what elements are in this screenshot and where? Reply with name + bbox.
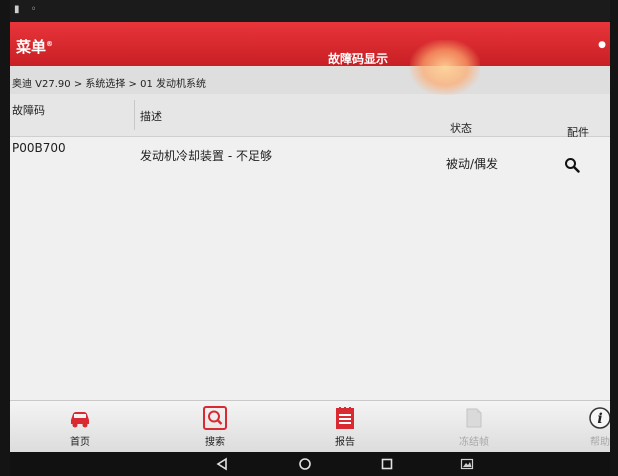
screenshot-icon[interactable] bbox=[460, 457, 474, 471]
dtc-description: 发动机冷却装置 - 不足够 bbox=[140, 149, 272, 163]
status-bar: ▮ ◦ bbox=[10, 0, 610, 22]
report-button[interactable]: 报告 bbox=[315, 401, 375, 453]
home-icon[interactable] bbox=[298, 457, 312, 471]
breadcrumb: 奥迪 V27.90 > 系统选择 > 01 发动机系统 bbox=[10, 66, 610, 95]
dtc-table-body: P00B700 发动机冷却装置 - 不足够 被动/偶发 bbox=[10, 137, 610, 400]
svg-text:i: i bbox=[597, 411, 602, 427]
android-navigation-bar bbox=[10, 452, 610, 476]
search-icon bbox=[203, 406, 227, 430]
bottom-toolbar: 首页 搜索 报告 冻结帧 i 帮助 bbox=[10, 400, 610, 453]
status-icons: ▮ ◦ bbox=[14, 4, 41, 15]
car-home-icon bbox=[68, 406, 92, 430]
location-icon: ● bbox=[598, 40, 606, 50]
help-button[interactable]: i 帮助 bbox=[570, 401, 610, 453]
dtc-code: P00B700 bbox=[12, 141, 66, 155]
back-icon[interactable] bbox=[215, 457, 229, 471]
menu-title[interactable]: 菜单® bbox=[16, 36, 53, 57]
freeze-frame-button-label: 冻结帧 bbox=[459, 437, 489, 448]
search-button-label: 搜索 bbox=[205, 437, 225, 448]
title-bar: 菜单® 故障码显示 ● bbox=[10, 22, 610, 66]
dtc-status: 被动/偶发 bbox=[446, 157, 499, 171]
column-header-status: 状态 bbox=[450, 122, 472, 135]
freeze-frame-button[interactable]: 冻结帧 bbox=[444, 401, 504, 453]
app-screen: ▮ ◦ 菜单® 故障码显示 ● 奥迪 V27.90 > 系统选择 > 01 发动… bbox=[10, 0, 610, 476]
help-icon: i bbox=[588, 406, 610, 430]
table-header: 故障码 描述 状态 配件 bbox=[10, 94, 610, 139]
home-button[interactable]: 首页 bbox=[50, 401, 110, 453]
screen-glare bbox=[410, 40, 480, 95]
search-button[interactable]: 搜索 bbox=[185, 401, 245, 453]
report-button-label: 报告 bbox=[335, 437, 355, 448]
parts-search-icon[interactable] bbox=[564, 157, 580, 173]
column-header-code: 故障码 bbox=[12, 104, 45, 117]
recents-icon[interactable] bbox=[380, 457, 394, 471]
home-button-label: 首页 bbox=[70, 437, 90, 448]
page-title: 故障码显示 bbox=[328, 52, 389, 66]
report-icon bbox=[333, 406, 357, 430]
menu-title-label: 菜单 bbox=[16, 38, 47, 56]
registered-mark: ® bbox=[46, 40, 54, 48]
column-divider bbox=[134, 100, 135, 130]
freeze-frame-icon bbox=[462, 406, 486, 430]
table-row[interactable]: P00B700 发动机冷却装置 - 不足够 被动/偶发 bbox=[10, 137, 610, 177]
breadcrumb-text: 奥迪 V27.90 > 系统选择 > 01 发动机系统 bbox=[12, 79, 207, 90]
help-button-label: 帮助 bbox=[590, 437, 610, 448]
column-header-description: 描述 bbox=[140, 110, 162, 123]
